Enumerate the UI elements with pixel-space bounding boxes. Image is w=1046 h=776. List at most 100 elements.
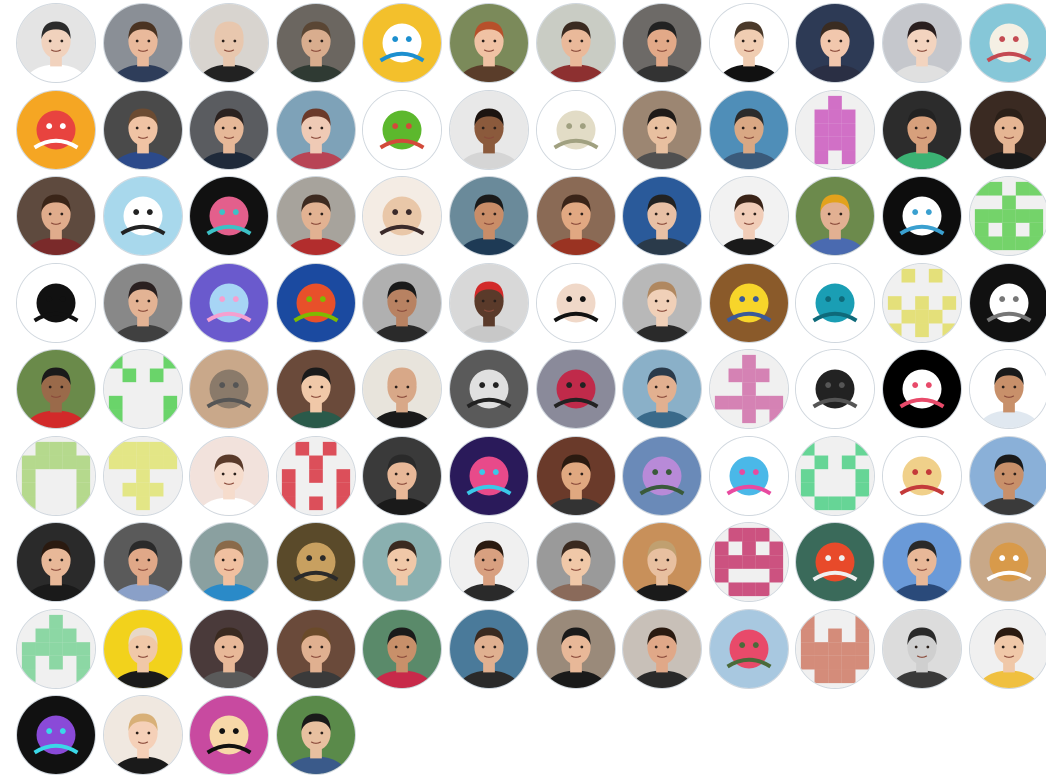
contributor-avatar[interactable]: [362, 89, 443, 170]
contributor-avatar[interactable]: [795, 262, 876, 343]
contributor-avatar[interactable]: [16, 89, 96, 170]
contributor-avatar[interactable]: [882, 349, 962, 429]
contributor-avatar[interactable]: [16, 695, 96, 775]
contributor-avatar[interactable]: [16, 349, 96, 429]
contributor-avatar[interactable]: [16, 176, 96, 256]
contributor-avatar[interactable]: [708, 435, 789, 516]
contributor-avatar[interactable]: [968, 608, 1046, 689]
contributor-avatar[interactable]: [275, 435, 356, 516]
contributor-avatar[interactable]: [622, 349, 703, 429]
contributor-avatar[interactable]: [362, 3, 443, 83]
contributor-avatar[interactable]: [622, 608, 703, 689]
contributor-avatar[interactable]: [275, 695, 356, 775]
contributor-avatar[interactable]: [449, 89, 529, 170]
contributor-avatar[interactable]: [708, 89, 789, 170]
contributor-avatar[interactable]: [795, 435, 876, 516]
contributor-avatar[interactable]: [275, 608, 356, 689]
contributor-avatar[interactable]: [189, 176, 270, 256]
contributor-avatar[interactable]: [708, 522, 789, 602]
contributor-avatar[interactable]: [275, 262, 356, 343]
contributor-avatar[interactable]: [449, 349, 529, 429]
contributor-avatar[interactable]: [362, 608, 443, 689]
contributor-avatar[interactable]: [16, 522, 96, 602]
contributor-avatar[interactable]: [189, 3, 270, 83]
contributor-avatar[interactable]: [622, 176, 703, 256]
contributor-avatar[interactable]: [275, 349, 356, 429]
contributor-avatar[interactable]: [189, 608, 270, 689]
contributor-avatar[interactable]: [535, 89, 616, 170]
contributor-avatar[interactable]: [275, 522, 356, 602]
contributor-avatar[interactable]: [449, 522, 529, 602]
contributor-avatar[interactable]: [189, 262, 270, 343]
contributor-avatar[interactable]: [882, 262, 962, 343]
contributor-avatar[interactable]: [102, 349, 183, 429]
contributor-avatar[interactable]: [449, 262, 529, 343]
contributor-avatar[interactable]: [102, 435, 183, 516]
contributor-avatar[interactable]: [708, 176, 789, 256]
contributor-avatar[interactable]: [795, 3, 876, 83]
contributor-avatar[interactable]: [16, 608, 96, 689]
contributor-avatar[interactable]: [102, 89, 183, 170]
contributor-avatar[interactable]: [882, 176, 962, 256]
contributor-avatar[interactable]: [449, 435, 529, 516]
contributor-avatar[interactable]: [189, 522, 270, 602]
contributor-avatar[interactable]: [102, 695, 183, 775]
contributor-avatar[interactable]: [362, 262, 443, 343]
contributor-avatar[interactable]: [535, 522, 616, 602]
contributor-avatar[interactable]: [16, 435, 96, 516]
contributor-avatar[interactable]: [708, 262, 789, 343]
contributor-avatar[interactable]: [882, 522, 962, 602]
contributor-avatar[interactable]: [535, 3, 616, 83]
contributor-avatar[interactable]: [362, 349, 443, 429]
contributor-avatar[interactable]: [795, 608, 876, 689]
contributor-avatar[interactable]: [535, 176, 616, 256]
contributor-avatar[interactable]: [449, 3, 529, 83]
contributor-avatar[interactable]: [708, 3, 789, 83]
contributor-avatar[interactable]: [882, 608, 962, 689]
contributor-avatar[interactable]: [275, 89, 356, 170]
contributor-avatar[interactable]: [968, 89, 1046, 170]
contributor-avatar[interactable]: [795, 522, 876, 602]
contributor-avatar[interactable]: [882, 89, 962, 170]
contributor-avatar[interactable]: [535, 608, 616, 689]
contributor-avatar[interactable]: [16, 3, 96, 83]
contributor-avatar[interactable]: [968, 262, 1046, 343]
contributor-avatar[interactable]: [275, 176, 356, 256]
contributor-avatar[interactable]: [189, 89, 270, 170]
contributor-avatar[interactable]: [362, 522, 443, 602]
contributor-avatar[interactable]: [622, 262, 703, 343]
contributor-avatar[interactable]: [968, 3, 1046, 83]
contributor-avatar[interactable]: [968, 349, 1046, 429]
contributor-avatar[interactable]: [362, 435, 443, 516]
contributor-avatar[interactable]: [795, 349, 876, 429]
contributor-avatar[interactable]: [622, 435, 703, 516]
contributor-avatar[interactable]: [968, 176, 1046, 256]
contributor-avatar[interactable]: [968, 435, 1046, 516]
contributor-avatar[interactable]: [449, 176, 529, 256]
contributor-avatar[interactable]: [102, 3, 183, 83]
contributor-avatar[interactable]: [189, 435, 270, 516]
contributor-avatar[interactable]: [708, 349, 789, 429]
contributor-avatar[interactable]: [882, 3, 962, 83]
contributor-avatar[interactable]: [535, 262, 616, 343]
contributor-avatar[interactable]: [449, 608, 529, 689]
contributor-avatar[interactable]: [102, 522, 183, 602]
contributor-avatar[interactable]: [795, 89, 876, 170]
contributor-avatar[interactable]: [622, 3, 703, 83]
contributor-avatar[interactable]: [16, 262, 96, 343]
contributor-avatar[interactable]: [535, 349, 616, 429]
contributor-avatar[interactable]: [189, 695, 270, 775]
contributor-avatar[interactable]: [102, 262, 183, 343]
contributor-avatar[interactable]: [102, 176, 183, 256]
contributor-avatar[interactable]: [795, 176, 876, 256]
contributor-avatar[interactable]: [622, 89, 703, 170]
contributor-avatar[interactable]: [968, 522, 1046, 602]
contributor-avatar[interactable]: [275, 3, 356, 83]
contributor-avatar[interactable]: [708, 608, 789, 689]
contributor-avatar[interactable]: [622, 522, 703, 602]
contributor-avatar[interactable]: [882, 435, 962, 516]
contributor-avatar[interactable]: [102, 608, 183, 689]
contributor-avatar[interactable]: [189, 349, 270, 429]
contributor-avatar[interactable]: [362, 176, 443, 256]
contributor-avatar[interactable]: [535, 435, 616, 516]
